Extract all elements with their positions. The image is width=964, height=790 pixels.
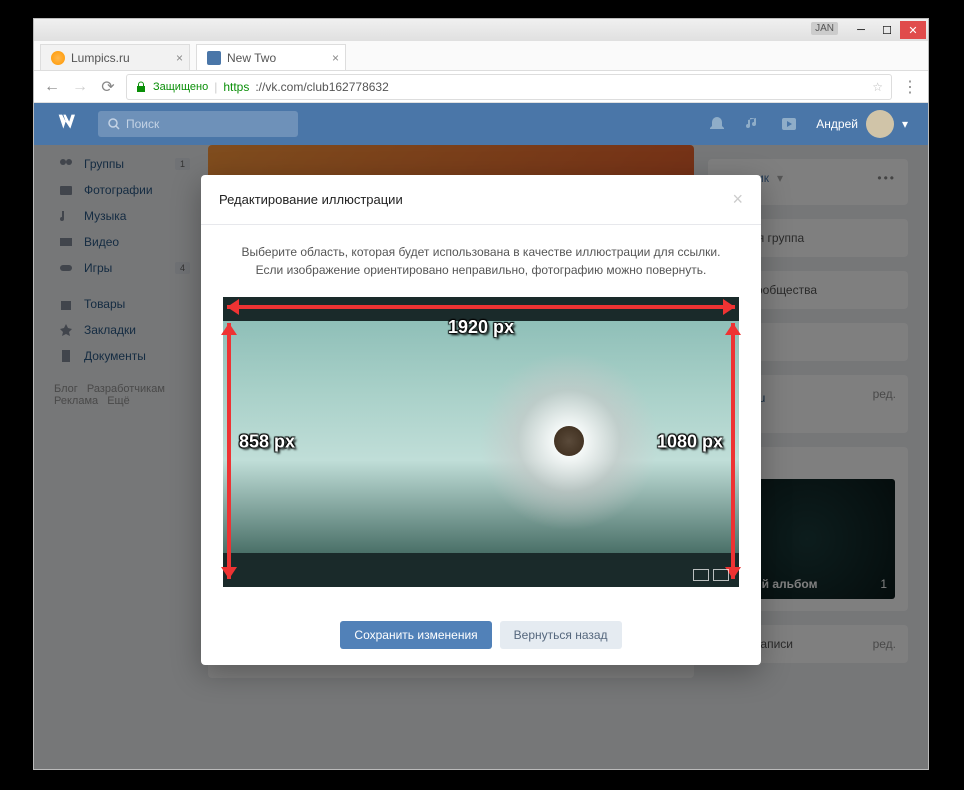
modal-description: Выберите область, которая будет использо… — [223, 243, 739, 279]
secure-label: Защищено — [153, 81, 208, 93]
rotate-right-icon[interactable] — [713, 569, 729, 581]
browser-tabstrip: Lumpics.ru × New Two × — [34, 41, 928, 71]
window-minimize-button[interactable]: ─ — [848, 21, 874, 39]
window-maximize-button[interactable]: ☐ — [874, 21, 900, 39]
video-play-icon[interactable] — [780, 115, 798, 133]
height-arrow-right — [731, 323, 735, 579]
browser-tab-active[interactable]: New Two × — [196, 44, 346, 70]
width-dimension: 1920 px — [448, 317, 514, 338]
search-placeholder: Поиск — [126, 117, 159, 131]
width-arrow — [227, 305, 735, 309]
crop-modal: Редактирование иллюстрации × Выберите об… — [201, 175, 761, 665]
url-text: ://vk.com/club162778632 — [255, 80, 388, 94]
modal-title: Редактирование иллюстрации — [219, 192, 403, 207]
height-dimension-left: 858 px — [239, 432, 295, 453]
window-titlebar: JAN ─ ☐ ✕ — [34, 19, 928, 41]
search-input[interactable]: Поиск — [98, 111, 298, 137]
url-field[interactable]: Защищено | https://vk.com/club162778632 … — [126, 74, 892, 100]
page-content: Поиск Андрей ▾ Группы1 Фотографии Музыка… — [34, 103, 928, 769]
image-cropper[interactable]: 1920 px 858 px 1080 px — [223, 297, 739, 587]
close-tab-icon[interactable]: × — [332, 51, 339, 65]
username-label: Андрей — [816, 117, 858, 131]
reload-button[interactable]: ⟳ — [98, 77, 118, 97]
favicon-icon — [207, 51, 221, 65]
search-icon — [108, 118, 120, 130]
vk-logo-icon[interactable] — [54, 110, 82, 138]
height-dimension-right: 1080 px — [657, 432, 723, 453]
chevron-down-icon: ▾ — [902, 117, 908, 131]
favicon-icon — [51, 51, 65, 65]
height-arrow-left — [227, 323, 231, 579]
user-menu[interactable]: Андрей ▾ — [816, 110, 908, 138]
music-icon[interactable] — [744, 115, 762, 133]
tab-label: New Two — [227, 51, 276, 65]
back-button[interactable]: Вернуться назад — [500, 621, 622, 649]
menu-button[interactable]: ⋮ — [900, 77, 920, 97]
os-user-badge: JAN — [811, 22, 838, 35]
window-close-button[interactable]: ✕ — [900, 21, 926, 39]
lock-icon — [135, 81, 147, 93]
notifications-icon[interactable] — [708, 115, 726, 133]
vk-topbar: Поиск Андрей ▾ — [34, 103, 928, 145]
address-bar: ← → ⟳ Защищено | https://vk.com/club1627… — [34, 71, 928, 103]
close-tab-icon[interactable]: × — [176, 51, 183, 65]
avatar — [866, 110, 894, 138]
browser-window: JAN ─ ☐ ✕ Lumpics.ru × New Two × ← → ⟳ З… — [33, 18, 929, 770]
close-icon[interactable]: × — [732, 189, 743, 210]
url-protocol: https — [223, 80, 249, 94]
browser-tab[interactable]: Lumpics.ru × — [40, 44, 190, 70]
save-button[interactable]: Сохранить изменения — [340, 621, 491, 649]
rotate-left-icon[interactable] — [693, 569, 709, 581]
back-button[interactable]: ← — [42, 77, 62, 97]
bookmark-icon[interactable]: ☆ — [872, 80, 883, 94]
tab-label: Lumpics.ru — [71, 51, 130, 65]
modal-overlay[interactable]: Редактирование иллюстрации × Выберите об… — [34, 145, 928, 769]
forward-button[interactable]: → — [70, 77, 90, 97]
rotate-controls — [693, 569, 729, 581]
